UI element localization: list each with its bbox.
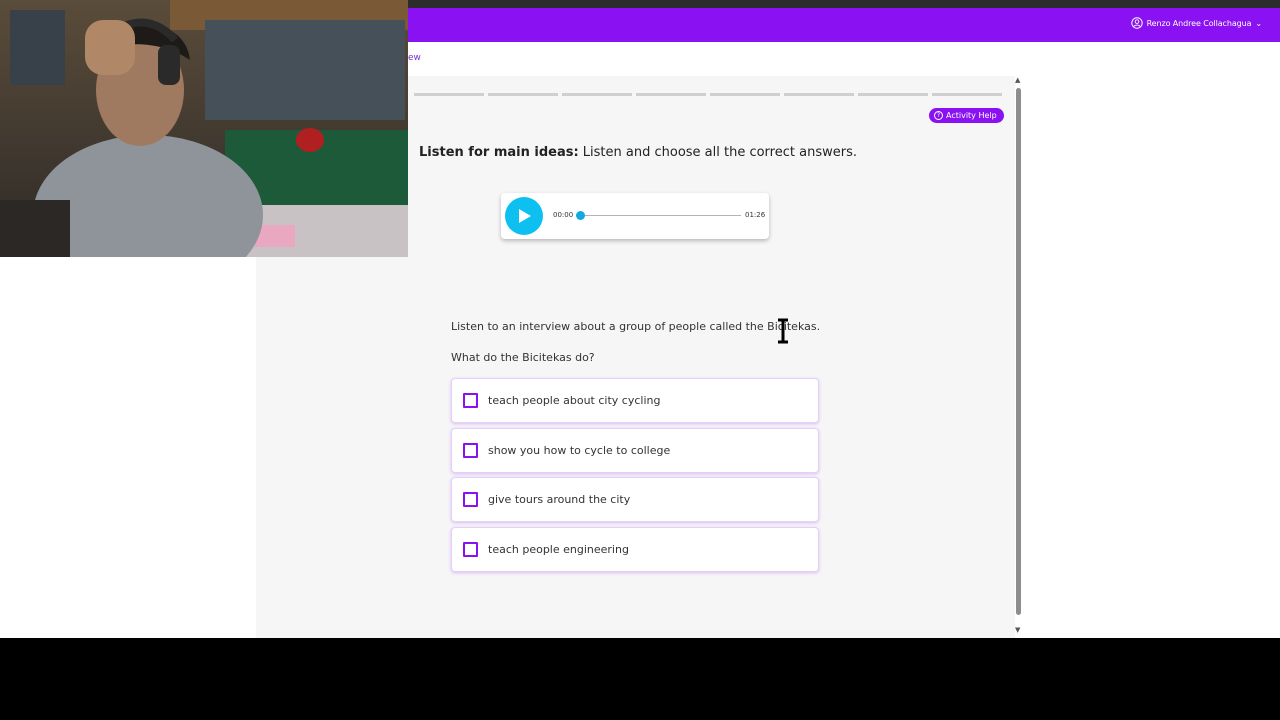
chevron-down-icon: ⌄ <box>1255 18 1262 28</box>
activity-help-button[interactable]: ? Activity Help <box>929 108 1004 123</box>
progress-segment <box>562 93 632 96</box>
answer-option[interactable]: give tours around the city <box>451 477 819 522</box>
audio-player: 00:00 01:26 <box>501 193 769 239</box>
progress-segment <box>488 93 558 96</box>
scroll-up-arrow-icon[interactable]: ▲ <box>1015 76 1020 84</box>
activity-instruction: Listen for main ideas: Listen and choose… <box>419 145 857 160</box>
question-text: What do the Bicitekas do? <box>451 351 595 364</box>
user-circle-icon <box>1130 17 1143 29</box>
audio-duration: 01:26 <box>745 211 766 219</box>
progress-segment <box>636 93 706 96</box>
play-icon <box>519 209 531 223</box>
checkbox[interactable] <box>463 393 478 408</box>
audio-current-time: 00:00 <box>553 211 574 219</box>
checkbox[interactable] <box>463 541 478 557</box>
activity-progress <box>414 93 1002 96</box>
webcam-overlay <box>0 0 408 257</box>
instruction-text: Listen and choose all the correct answer… <box>578 145 857 160</box>
breadcrumb-link[interactable]: ew <box>408 53 421 63</box>
help-icon: ? <box>934 111 943 120</box>
browser-top-edge <box>408 0 1280 8</box>
scroll-down-arrow-icon[interactable]: ▼ <box>1015 626 1020 634</box>
progress-segment <box>784 93 854 96</box>
progress-segment <box>858 93 928 96</box>
instruction-heading: Listen for main ideas: <box>419 145 579 160</box>
answer-option-label: teach people engineering <box>488 542 629 556</box>
text-cursor-icon <box>778 318 788 344</box>
checkbox[interactable] <box>463 442 478 458</box>
activity-help-label: Activity Help <box>946 111 997 120</box>
answer-option[interactable]: teach people engineering <box>451 526 819 572</box>
answer-options: teach people about city cycling show you… <box>451 378 819 576</box>
audio-seek-bar[interactable] <box>579 215 741 216</box>
answer-option-label: show you how to cycle to college <box>488 443 671 457</box>
progress-segment <box>414 93 484 96</box>
webcam-image <box>0 0 408 257</box>
user-name: Renzo Andree Collachagua <box>1146 18 1252 28</box>
answer-option[interactable]: teach people about city cycling <box>451 378 819 423</box>
question-intro: Listen to an interview about a group of … <box>451 320 821 333</box>
answer-option-label: give tours around the city <box>488 493 631 506</box>
user-menu[interactable]: Renzo Andree Collachagua ⌄ <box>1130 17 1262 29</box>
screen-bottom-bar <box>0 638 1280 720</box>
answer-option-label: teach people about city cycling <box>488 394 661 407</box>
audio-seek-handle[interactable] <box>576 211 585 220</box>
play-button[interactable] <box>505 197 543 235</box>
checkbox[interactable] <box>463 492 478 507</box>
progress-segment <box>932 93 1002 96</box>
scrollbar-thumb[interactable] <box>1016 88 1021 615</box>
progress-segment <box>710 93 780 96</box>
app-header: Renzo Andree Collachagua ⌄ <box>408 8 1280 42</box>
answer-option[interactable]: show you how to cycle to college <box>451 427 819 473</box>
